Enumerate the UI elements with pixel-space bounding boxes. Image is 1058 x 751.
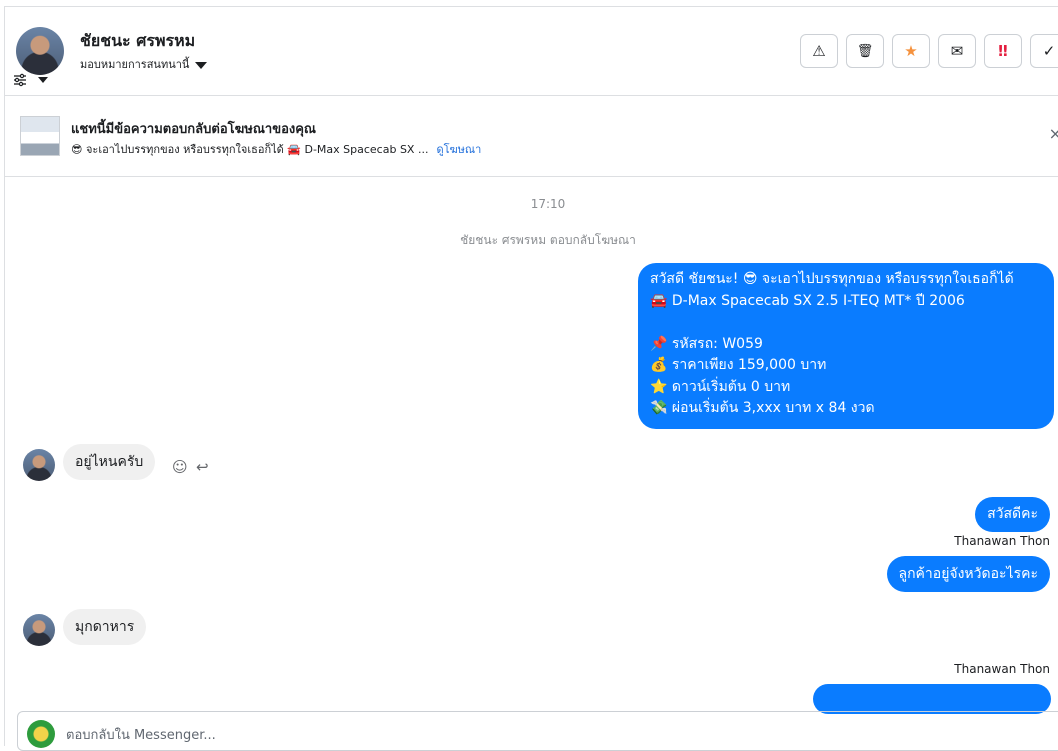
agent-message-bubble-partial[interactable] [813, 684, 1051, 714]
agent-sender-name: Thanawan Thon [954, 534, 1050, 548]
agent-message-bubble[interactable]: สวัสดีคะ [975, 497, 1050, 532]
customer-message-bubble[interactable]: อยู่ไหนครับ [63, 444, 156, 480]
warning-icon: ⚠ [812, 42, 826, 60]
page-avatar [27, 720, 55, 748]
priority-icon: ‼ [998, 42, 1008, 60]
ad-message-line: 💰 ราคาเพียง 159,000 บาท [650, 357, 827, 373]
priority-button[interactable]: ‼ [984, 34, 1022, 68]
ad-message-line: สวัสดี ชัยชนะ! 😎 จะเอาไปบรรทุกของ หรือบร… [650, 271, 1014, 287]
star-button[interactable]: ★ [892, 34, 930, 68]
view-ad-link[interactable]: ดูโฆษณา [436, 143, 481, 156]
reply-input[interactable]: ตอบกลับใน Messenger... [66, 724, 216, 745]
ad-banner-description: 😎 จะเอาไปบรรทุกของ หรือบรรทุกใจเธอก็ได้ … [71, 140, 481, 158]
ad-message-line: 🚘 D-Max Spacecab SX 2.5 I-TEQ MT* ปี 200… [650, 292, 965, 309]
trash-icon: 🗑 [856, 43, 874, 59]
ad-message-bubble[interactable]: สวัสดี ชัยชนะ! 😎 จะเอาไปบรรทุกของ หรือบร… [638, 263, 1054, 429]
reply-icon[interactable]: ↩ [196, 458, 209, 476]
ad-message-line: ⭐ ดาวน์เริ่มต้น 0 บาท [650, 378, 791, 395]
reply-composer[interactable]: ตอบกลับใน Messenger... [17, 711, 1058, 751]
customer-avatar[interactable] [23, 449, 55, 481]
agent-message-bubble[interactable]: ลูกค้าอยู่จังหวัดอะไรคะ [886, 556, 1050, 592]
filter-icon[interactable] [13, 73, 27, 87]
ad-message-line [650, 312, 1042, 334]
close-icon[interactable]: × [1049, 124, 1058, 143]
done-icon: ✓ [1042, 42, 1056, 60]
system-message: ชัยชนะ ศรพรหม ตอบกลับโฆษณา [460, 233, 636, 247]
chevron-down-icon [195, 61, 208, 69]
customer-message-bubble[interactable]: มุกดาหาร [63, 609, 147, 645]
react-emoji-icon[interactable]: ☺ [172, 458, 188, 476]
contact-avatar[interactable] [16, 27, 64, 75]
conversation-header: ชัยชนะ ศรพรหม มอบหมายการสนทนานี้ ⚠ 🗑 ★ ✉… [5, 7, 1058, 96]
ad-reply-banner: แชทนี้มีข้อความตอบกลับต่อโฆษณาของคุณ 😎 จ… [5, 96, 1058, 177]
agent-sender-name: Thanawan Thon [954, 662, 1050, 676]
mark-unread-icon: ✉ [950, 42, 964, 60]
ad-description-text: 😎 จะเอาไปบรรทุกของ หรือบรรทุกใจเธอก็ได้ … [71, 143, 429, 156]
star-icon: ★ [904, 42, 918, 60]
assign-conversation-dropdown[interactable]: มอบหมายการสนทนานี้ [80, 55, 208, 73]
contact-name: ชัยชนะ ศรพรหม [80, 31, 196, 50]
header-actions: ⚠ 🗑 ★ ✉ ‼ ✓ [800, 34, 1058, 68]
message-timestamp: 17:10 [530, 197, 566, 211]
delete-button[interactable]: 🗑 [846, 34, 884, 68]
assign-conversation-label: มอบหมายการสนทนานี้ [80, 58, 190, 71]
ad-message-line: 💸 ผ่อนเริ่มต้น 3,xxx บาท x 84 งวด [650, 400, 875, 416]
mark-done-button[interactable]: ✓ [1030, 34, 1058, 68]
ad-banner-title: แชทนี้มีข้อความตอบกลับต่อโฆษณาของคุณ [71, 122, 316, 137]
report-button[interactable]: ⚠ [800, 34, 838, 68]
ad-message-line: 📌 รหัสรถ: W059 [650, 335, 763, 352]
ad-thumbnail[interactable] [20, 116, 60, 156]
customer-avatar[interactable] [23, 614, 55, 646]
filter-chevron-down-icon[interactable] [38, 77, 48, 83]
conversation-panel: ชัยชนะ ศรพรหม มอบหมายการสนทนานี้ ⚠ 🗑 ★ ✉… [4, 6, 1058, 751]
mark-unread-button[interactable]: ✉ [938, 34, 976, 68]
